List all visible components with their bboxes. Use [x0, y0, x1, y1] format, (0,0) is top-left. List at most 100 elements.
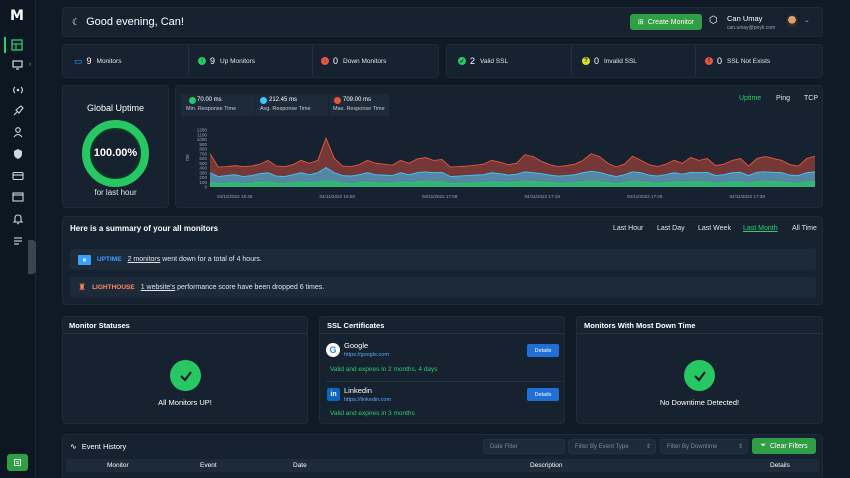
- uptime-value: 100.00%: [93, 147, 138, 159]
- bell-icon[interactable]: [8, 211, 28, 227]
- uptime-subtitle: for last hour: [94, 188, 137, 197]
- column-monitor[interactable]: Monitor: [107, 462, 129, 469]
- summary-link[interactable]: 1 website's: [141, 284, 175, 291]
- lighthouse-icon: ♜: [78, 282, 87, 292]
- user-icon[interactable]: [8, 124, 28, 140]
- range-last-week[interactable]: Last Week: [698, 225, 731, 232]
- summary-row-uptime: ▦ UPTIME 2 monitors went down for a tota…: [70, 249, 816, 270]
- list-icon[interactable]: [8, 233, 28, 249]
- ssl-title: SSL Certificates: [327, 321, 385, 330]
- range-last-day[interactable]: Last Day: [657, 225, 685, 232]
- column-event[interactable]: Event: [200, 462, 217, 469]
- range-last-month[interactable]: Last Month: [743, 225, 778, 232]
- create-monitor-button[interactable]: ⊞ Create Monitor: [630, 14, 702, 30]
- tab-ping[interactable]: Ping: [776, 95, 790, 102]
- x-tick-label: 04/11/2022 16:58: [320, 194, 356, 199]
- rocket-icon[interactable]: [8, 103, 28, 119]
- tab-tcp[interactable]: TCP: [804, 95, 818, 102]
- tab-uptime[interactable]: Uptime: [739, 95, 761, 102]
- x-tick-label: 04/11/2022 17:28: [627, 194, 663, 199]
- dashboard-icon[interactable]: [4, 37, 28, 53]
- sidebar-collapse-handle[interactable]: [28, 240, 36, 274]
- column-details[interactable]: Details: [770, 462, 790, 469]
- legend-dot: [260, 97, 267, 104]
- chevron-right-icon[interactable]: ›: [29, 61, 31, 68]
- select-arrows-icon: ⇕: [645, 444, 651, 450]
- clear-filters-button[interactable]: ⏷ Clear Filters: [752, 438, 816, 454]
- select-arrows-icon: ⇕: [737, 444, 743, 450]
- app-logo[interactable]: M: [10, 8, 24, 24]
- ssl-item-name: Google: [344, 341, 369, 350]
- google-icon: G: [326, 343, 340, 357]
- legend-dot: [189, 97, 196, 104]
- monitor-icon: ▭: [74, 55, 83, 66]
- date-filter-input[interactable]: Date Filter: [483, 439, 565, 454]
- response-time-chart: 1200110010009008007006005004003002001000…: [185, 128, 816, 199]
- monitor-status-message: All Monitors UP!: [158, 398, 212, 407]
- ssl-item-name: Linkedin: [344, 386, 372, 395]
- summary-link[interactable]: 2 monitors: [128, 256, 161, 263]
- box-icon[interactable]: ⬡: [709, 15, 718, 26]
- ssl-item-url[interactable]: https://linkedin.com: [344, 397, 391, 403]
- uptime-title: Global Uptime: [86, 103, 145, 113]
- stat-invalid-ssl[interactable]: ? 0 Invalid SSL: [582, 44, 637, 78]
- x-tick-label: 04/11/2022 17:08: [422, 194, 458, 199]
- range-all-time[interactable]: All Time: [792, 225, 817, 232]
- x-tick-label: 04/11/2022 16:48: [217, 194, 253, 199]
- moon-icon: ☾: [72, 16, 81, 27]
- uptime-badge-icon: ▦: [78, 254, 91, 265]
- summary-title: Here is a summary of your all monitors: [70, 224, 219, 233]
- downtime-select[interactable]: Filter By Downtime ⇕: [660, 439, 748, 454]
- monitor-statuses-title: Monitor Statuses: [69, 321, 130, 330]
- ssl-item-status: Valid and expires in 3 months: [330, 410, 415, 417]
- ssl-item-status: Valid and expires in 2 months, 4 days: [330, 366, 438, 373]
- settings-icon[interactable]: [7, 454, 28, 471]
- filter-icon: ⏷: [760, 442, 766, 449]
- y-axis-label: ms: [185, 154, 191, 161]
- credit-card-icon[interactable]: [8, 168, 28, 184]
- column-date[interactable]: Date: [293, 462, 307, 469]
- legend-max: 709.00 ms Max. Response Time: [329, 94, 389, 116]
- plus-icon: ⊞: [637, 19, 644, 26]
- broadcast-icon[interactable]: [8, 82, 28, 98]
- greeting: ☾ Good evening, Can!: [72, 16, 184, 28]
- stat-ssl-not-exists[interactable]: ! 0 SSL Not Exists: [705, 44, 770, 78]
- downtime-title: Monitors With Most Down Time: [584, 321, 696, 330]
- shield-icon[interactable]: [8, 146, 28, 162]
- stat-monitors[interactable]: ▭ 9 Monitors: [74, 44, 121, 78]
- avatar[interactable]: [786, 15, 798, 27]
- window-icon[interactable]: [8, 189, 28, 205]
- arrow-up-icon: ↑: [198, 57, 206, 65]
- linkedin-icon: in: [327, 388, 340, 401]
- error-circle-icon: !: [705, 57, 713, 65]
- ssl-item-url[interactable]: https://google.com: [344, 352, 389, 358]
- ssl-details-button[interactable]: Details: [527, 388, 559, 401]
- stat-valid-ssl[interactable]: ✓ 2 Valid SSL: [458, 44, 508, 78]
- sidebar: M ›: [0, 0, 36, 478]
- check-icon: [684, 360, 715, 391]
- activity-icon: ∿: [70, 442, 77, 451]
- chevron-down-icon[interactable]: ⌄: [804, 16, 810, 24]
- user-name: Can Umay: [727, 14, 763, 23]
- range-last-hour[interactable]: Last Hour: [613, 225, 643, 232]
- ssl-details-button[interactable]: Details: [527, 344, 559, 357]
- event-type-select[interactable]: Filter By Event Type ⇕: [568, 439, 656, 454]
- stat-up-monitors[interactable]: ↑ 9 Up Monitors: [198, 44, 255, 78]
- check-circle-icon: ✓: [458, 57, 466, 65]
- check-icon: [170, 360, 201, 391]
- summary-row-lighthouse: ♜ LIGHTHOUSE 1 website's performance sco…: [70, 277, 816, 298]
- user-email: can.umay@peyk.com: [727, 25, 776, 31]
- x-tick-label: 04/11/2022 17:18: [525, 194, 561, 199]
- y-tick-label: 0: [204, 185, 207, 190]
- stat-down-monitors[interactable]: ↓ 0 Down Monitors: [321, 44, 386, 78]
- legend-min: 70.00 ms Min. Response Time: [181, 94, 254, 116]
- downtime-message: No Downtime Detected!: [659, 398, 740, 407]
- column-description[interactable]: Description: [530, 462, 563, 469]
- monitor-icon[interactable]: [8, 57, 28, 73]
- legend-dot: [334, 97, 341, 104]
- event-table-header: Monitor Event Date Description Details: [66, 459, 819, 472]
- question-circle-icon: ?: [582, 57, 590, 65]
- x-tick-label: 04/11/2022 17:38: [730, 194, 766, 199]
- arrow-down-icon: ↓: [321, 57, 329, 65]
- legend-avg: 212.45 ms Avg. Response Time: [255, 94, 328, 116]
